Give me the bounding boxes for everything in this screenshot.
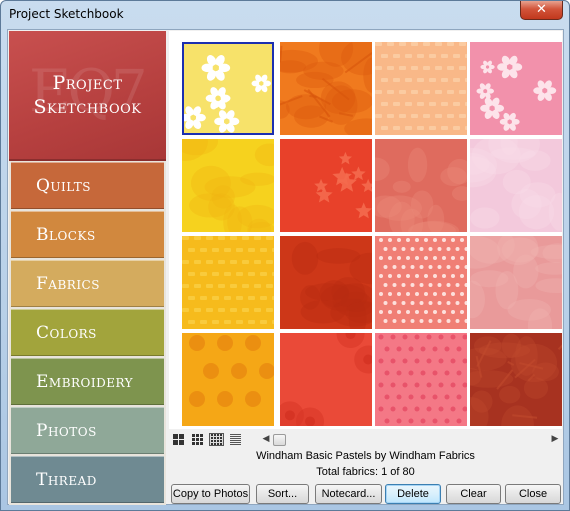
title-bar[interactable]: Project Sketchbook ✕ [1,1,569,29]
fabric-count: Total fabrics: 1 of 80 [316,466,415,478]
fabric-swatch-coral-dots[interactable] [375,236,467,329]
fabric-grid [169,31,562,429]
fabric-swatch-rust-texture[interactable] [470,333,562,426]
scroll-right-arrow-icon[interactable]: ▶ [550,433,560,446]
sidebar-item-fabrics[interactable]: Fabrics [11,260,164,307]
fabric-collection-name: Windham Basic Pastels by Windham Fabrics [256,450,475,462]
sidebar: EQ7 Project Sketchbook Quilts Blocks Fabri… [9,31,166,505]
fabric-swatch-salmon-mottle[interactable] [375,139,467,232]
scrollbar-thumb[interactable] [273,434,286,446]
brand-header: EQ7 Project Sketchbook [9,31,166,161]
sidebar-item-colors[interactable]: Colors [11,309,164,356]
fabric-swatch-yellow-daisy[interactable] [182,42,274,135]
view-tiny-icon[interactable] [228,433,243,446]
window-title: Project Sketchbook [9,7,124,21]
view-toolbar: ◀ ▶ [169,431,562,449]
client-area: EQ7 Project Sketchbook Quilts Blocks Fabri… [7,29,564,505]
brand-title: Project Sketchbook [33,72,142,118]
fabric-swatch-red-stars[interactable] [280,139,372,232]
view-small-icon[interactable] [209,433,224,446]
sidebar-item-label: Colors [36,323,97,343]
close-button[interactable]: Close [505,484,561,504]
sidebar-item-quilts[interactable]: Quilts [11,162,164,209]
sidebar-item-photos[interactable]: Photos [11,407,164,454]
fabric-swatch-peach-weave[interactable] [375,42,467,135]
fabric-swatch-pink-floral[interactable] [470,42,562,135]
fabric-swatch-yellow-mottle[interactable] [182,139,274,232]
copy-to-photos-button[interactable]: Copy to Photos [171,484,250,504]
sidebar-item-label: Thread [36,470,97,490]
notecard-button[interactable]: Notecard... [315,484,382,504]
scroll-left-arrow-icon[interactable]: ◀ [261,433,271,446]
window-close-button[interactable]: ✕ [520,1,563,20]
fabric-swatch-orange-polka[interactable] [182,333,274,426]
sidebar-item-blocks[interactable]: Blocks [11,211,164,258]
sidebar-item-label: Quilts [36,176,92,196]
clear-button[interactable]: Clear [446,484,501,504]
fabric-swatch-pink-dots[interactable] [375,333,467,426]
view-large-icon[interactable] [171,433,186,446]
fabric-swatch-light-pink-mottle[interactable] [470,139,562,232]
fabric-swatch-red-burst[interactable] [280,333,372,426]
fabric-swatch-dusty-pink[interactable] [470,236,562,329]
sidebar-item-embroidery[interactable]: Embroidery [11,358,164,405]
sidebar-item-label: Blocks [36,225,96,245]
view-medium-icon[interactable] [190,433,205,446]
delete-button[interactable]: Delete [385,484,441,504]
sidebar-item-label: Photos [36,421,97,441]
sidebar-item-label: Fabrics [36,274,100,294]
horizontal-scrollbar[interactable] [273,434,549,446]
project-sketchbook-window: Project Sketchbook ✕ EQ7 Project Sketchb… [0,0,570,511]
fabric-swatch-deep-red[interactable] [280,236,372,329]
sidebar-item-label: Embroidery [36,372,134,392]
sidebar-item-thread[interactable]: Thread [11,456,164,503]
sort-button[interactable]: Sort... [256,484,309,504]
fabric-swatch-orange-crackle[interactable] [280,42,372,135]
fabric-swatch-gold-texture[interactable] [182,236,274,329]
close-icon: ✕ [536,2,547,17]
